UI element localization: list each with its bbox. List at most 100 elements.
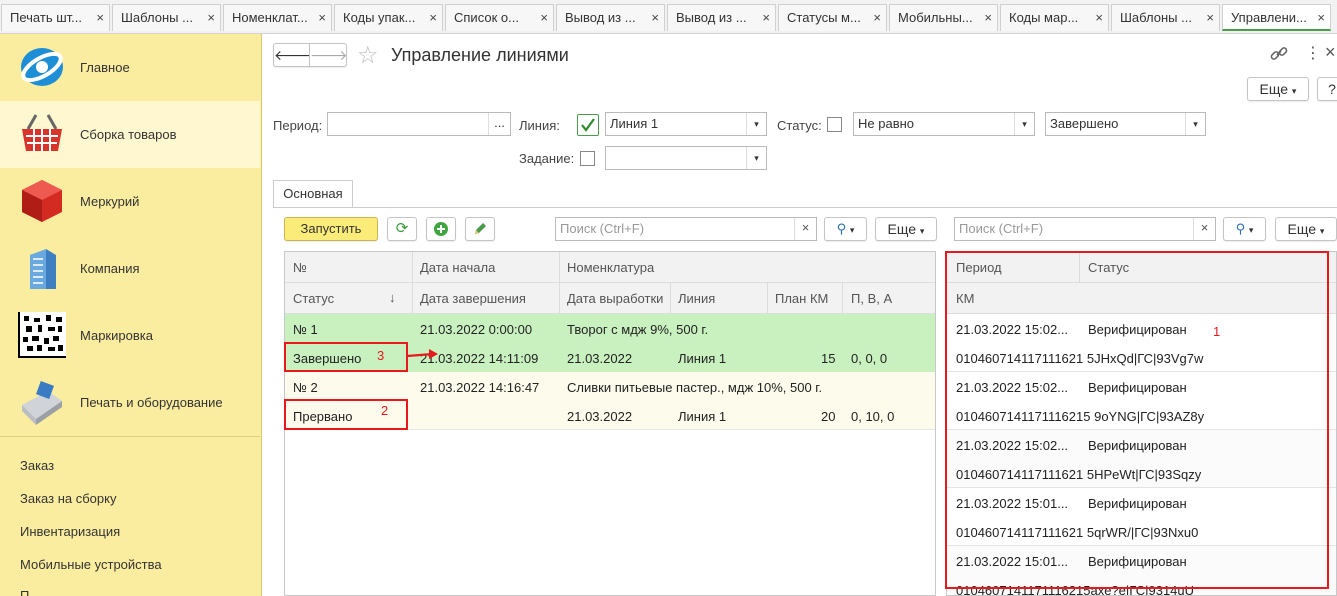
- close-tab-icon[interactable]: ×: [762, 5, 770, 31]
- sidebar-link-mobile-devices[interactable]: Мобильные устройства: [20, 557, 162, 572]
- task-select[interactable]: ▾: [605, 146, 767, 170]
- close-tab-icon[interactable]: ×: [984, 5, 992, 31]
- column-header-line[interactable]: Линия: [678, 291, 715, 306]
- task-checkbox[interactable]: [580, 151, 595, 166]
- tab-item[interactable]: Список о... ×: [445, 4, 554, 31]
- clear-search-icon[interactable]: ×: [1193, 218, 1215, 240]
- row-production-date: 21.03.2022: [567, 409, 633, 424]
- sidebar-section-marking[interactable]: Маркировка: [0, 302, 260, 369]
- status-condition-select[interactable]: Не равно ▾: [853, 112, 1035, 136]
- row-pva: 0, 0, 0: [851, 351, 888, 366]
- edit-button[interactable]: [465, 217, 495, 241]
- close-tab-icon[interactable]: ×: [1206, 5, 1214, 31]
- close-tab-icon[interactable]: ×: [207, 5, 215, 31]
- clear-search-icon[interactable]: ×: [794, 218, 816, 240]
- annotation-number-3: 3: [377, 348, 385, 363]
- tab-item[interactable]: Вывод из ... ×: [556, 4, 665, 31]
- tab-item[interactable]: Печать шт... ×: [1, 4, 110, 31]
- chevron-down-icon[interactable]: ▾: [1185, 113, 1205, 135]
- tab-item[interactable]: Коды упак... ×: [334, 4, 443, 31]
- column-header-plan-km[interactable]: План КМ: [775, 291, 828, 306]
- tab-item[interactable]: Вывод из ... ×: [667, 4, 776, 31]
- left-more-button[interactable]: Еще ▾: [875, 217, 937, 241]
- row-plan-km: 15: [821, 351, 836, 366]
- basket-icon: [22, 114, 62, 151]
- close-tab-icon[interactable]: ×: [651, 5, 659, 31]
- close-tab-icon[interactable]: ×: [873, 5, 881, 31]
- column-header-end-date[interactable]: Дата завершения: [420, 291, 526, 306]
- close-tab-icon[interactable]: ×: [540, 5, 548, 31]
- kebab-menu-icon[interactable]: ⋮: [1305, 43, 1321, 63]
- arrow-right-icon: 🡒: [310, 47, 348, 63]
- more-button[interactable]: Еще ▾: [1247, 77, 1309, 101]
- row-line: Линия 1: [678, 351, 727, 366]
- tab-item[interactable]: Номенклат... ×: [223, 4, 332, 31]
- sidebar-section-main[interactable]: Главное: [0, 34, 260, 101]
- status-checkbox[interactable]: [827, 117, 842, 132]
- row-number: № 2: [293, 380, 318, 395]
- sidebar-link-order[interactable]: Заказ: [20, 458, 54, 473]
- tab-item[interactable]: Мобильны... ×: [889, 4, 998, 31]
- add-button[interactable]: [426, 217, 456, 241]
- sidebar-link-assembly-order[interactable]: Заказ на сборку: [20, 491, 116, 506]
- start-button[interactable]: Запустить: [284, 217, 378, 241]
- refresh-button[interactable]: ⟳: [387, 217, 417, 241]
- right-search-options-button[interactable]: ⚲ ▾: [1223, 217, 1266, 241]
- close-tab-icon[interactable]: ×: [318, 5, 326, 31]
- sidebar-link-inventory[interactable]: Инвентаризация: [20, 524, 120, 539]
- column-header-status[interactable]: Статус: [293, 291, 334, 306]
- column-header-nomenclature[interactable]: Номенклатура: [567, 260, 654, 275]
- link-icon[interactable]: [1270, 46, 1288, 62]
- forward-button[interactable]: 🡒: [309, 43, 348, 67]
- tab-item[interactable]: Коды мар... ×: [1000, 4, 1109, 31]
- close-icon[interactable]: ×: [1325, 42, 1336, 63]
- column-header-pva[interactable]: П, В, А: [851, 291, 892, 306]
- period-select-button[interactable]: ...: [488, 113, 510, 135]
- column-header-production-date[interactable]: Дата выработки: [567, 291, 663, 306]
- column-header-number[interactable]: №: [293, 260, 307, 275]
- tab-item[interactable]: Шаблоны ... ×: [112, 4, 221, 31]
- sidebar-section-mercury[interactable]: Меркурий: [0, 168, 260, 235]
- star-icon[interactable]: ☆: [357, 41, 379, 70]
- row-plan-km: 20: [821, 409, 836, 424]
- tab-label: Список о...: [454, 10, 519, 25]
- sidebar-section-company[interactable]: Компания: [0, 235, 260, 302]
- right-more-button[interactable]: Еще ▾: [1275, 217, 1337, 241]
- right-search-input[interactable]: Поиск (Ctrl+F) ×: [954, 217, 1216, 241]
- tab-item[interactable]: Шаблоны ... ×: [1111, 4, 1220, 31]
- row-nomenclature: Сливки питьевые пастер., мдж 10%, 500 г.: [567, 380, 823, 395]
- tab-item[interactable]: Управлени... ×: [1222, 4, 1331, 31]
- page-title: Управление линиями: [391, 45, 569, 65]
- line-select[interactable]: Линия 1 ▾: [605, 112, 767, 136]
- period-field[interactable]: ...: [327, 112, 511, 136]
- sidebar-link-more[interactable]: П...: [20, 588, 40, 596]
- chevron-down-icon[interactable]: ▾: [1014, 113, 1034, 135]
- status-condition-value: Не равно: [858, 116, 915, 131]
- tab-label: Вывод из ...: [676, 10, 747, 25]
- line-checkbox[interactable]: [577, 114, 599, 136]
- chevron-down-icon[interactable]: ▾: [746, 113, 766, 135]
- help-button[interactable]: ?: [1317, 77, 1337, 101]
- row-nomenclature: Творог с мдж 9%, 500 г.: [567, 322, 709, 337]
- close-tab-icon[interactable]: ×: [429, 5, 437, 31]
- tab-main[interactable]: Основная: [273, 180, 353, 208]
- close-tab-icon[interactable]: ×: [1317, 5, 1325, 29]
- chevron-down-icon[interactable]: ▾: [746, 147, 766, 169]
- annotation-arrow-icon: [406, 349, 438, 359]
- sidebar-section-assembly[interactable]: Сборка товаров: [0, 101, 260, 168]
- search-icon: ⚲: [1235, 221, 1246, 236]
- column-header-start-date[interactable]: Дата начала: [420, 260, 495, 275]
- left-search-input[interactable]: Поиск (Ctrl+F) ×: [555, 217, 817, 241]
- tab-label: Вывод из ...: [565, 10, 636, 25]
- tab-item[interactable]: Статусы м... ×: [778, 4, 887, 31]
- row-pva: 0, 10, 0: [851, 409, 895, 424]
- annotation-box-3: [284, 342, 408, 372]
- close-tab-icon[interactable]: ×: [1095, 5, 1103, 31]
- tab-label: Управлени...: [1231, 10, 1307, 25]
- close-tab-icon[interactable]: ×: [96, 5, 104, 31]
- back-button[interactable]: 🡐: [273, 43, 312, 67]
- sidebar-label: Печать и оборудование: [80, 395, 223, 410]
- sidebar-section-printing[interactable]: Печать и оборудование: [0, 369, 260, 436]
- left-search-options-button[interactable]: ⚲ ▾: [824, 217, 867, 241]
- status-value-select[interactable]: Завершено ▾: [1045, 112, 1206, 136]
